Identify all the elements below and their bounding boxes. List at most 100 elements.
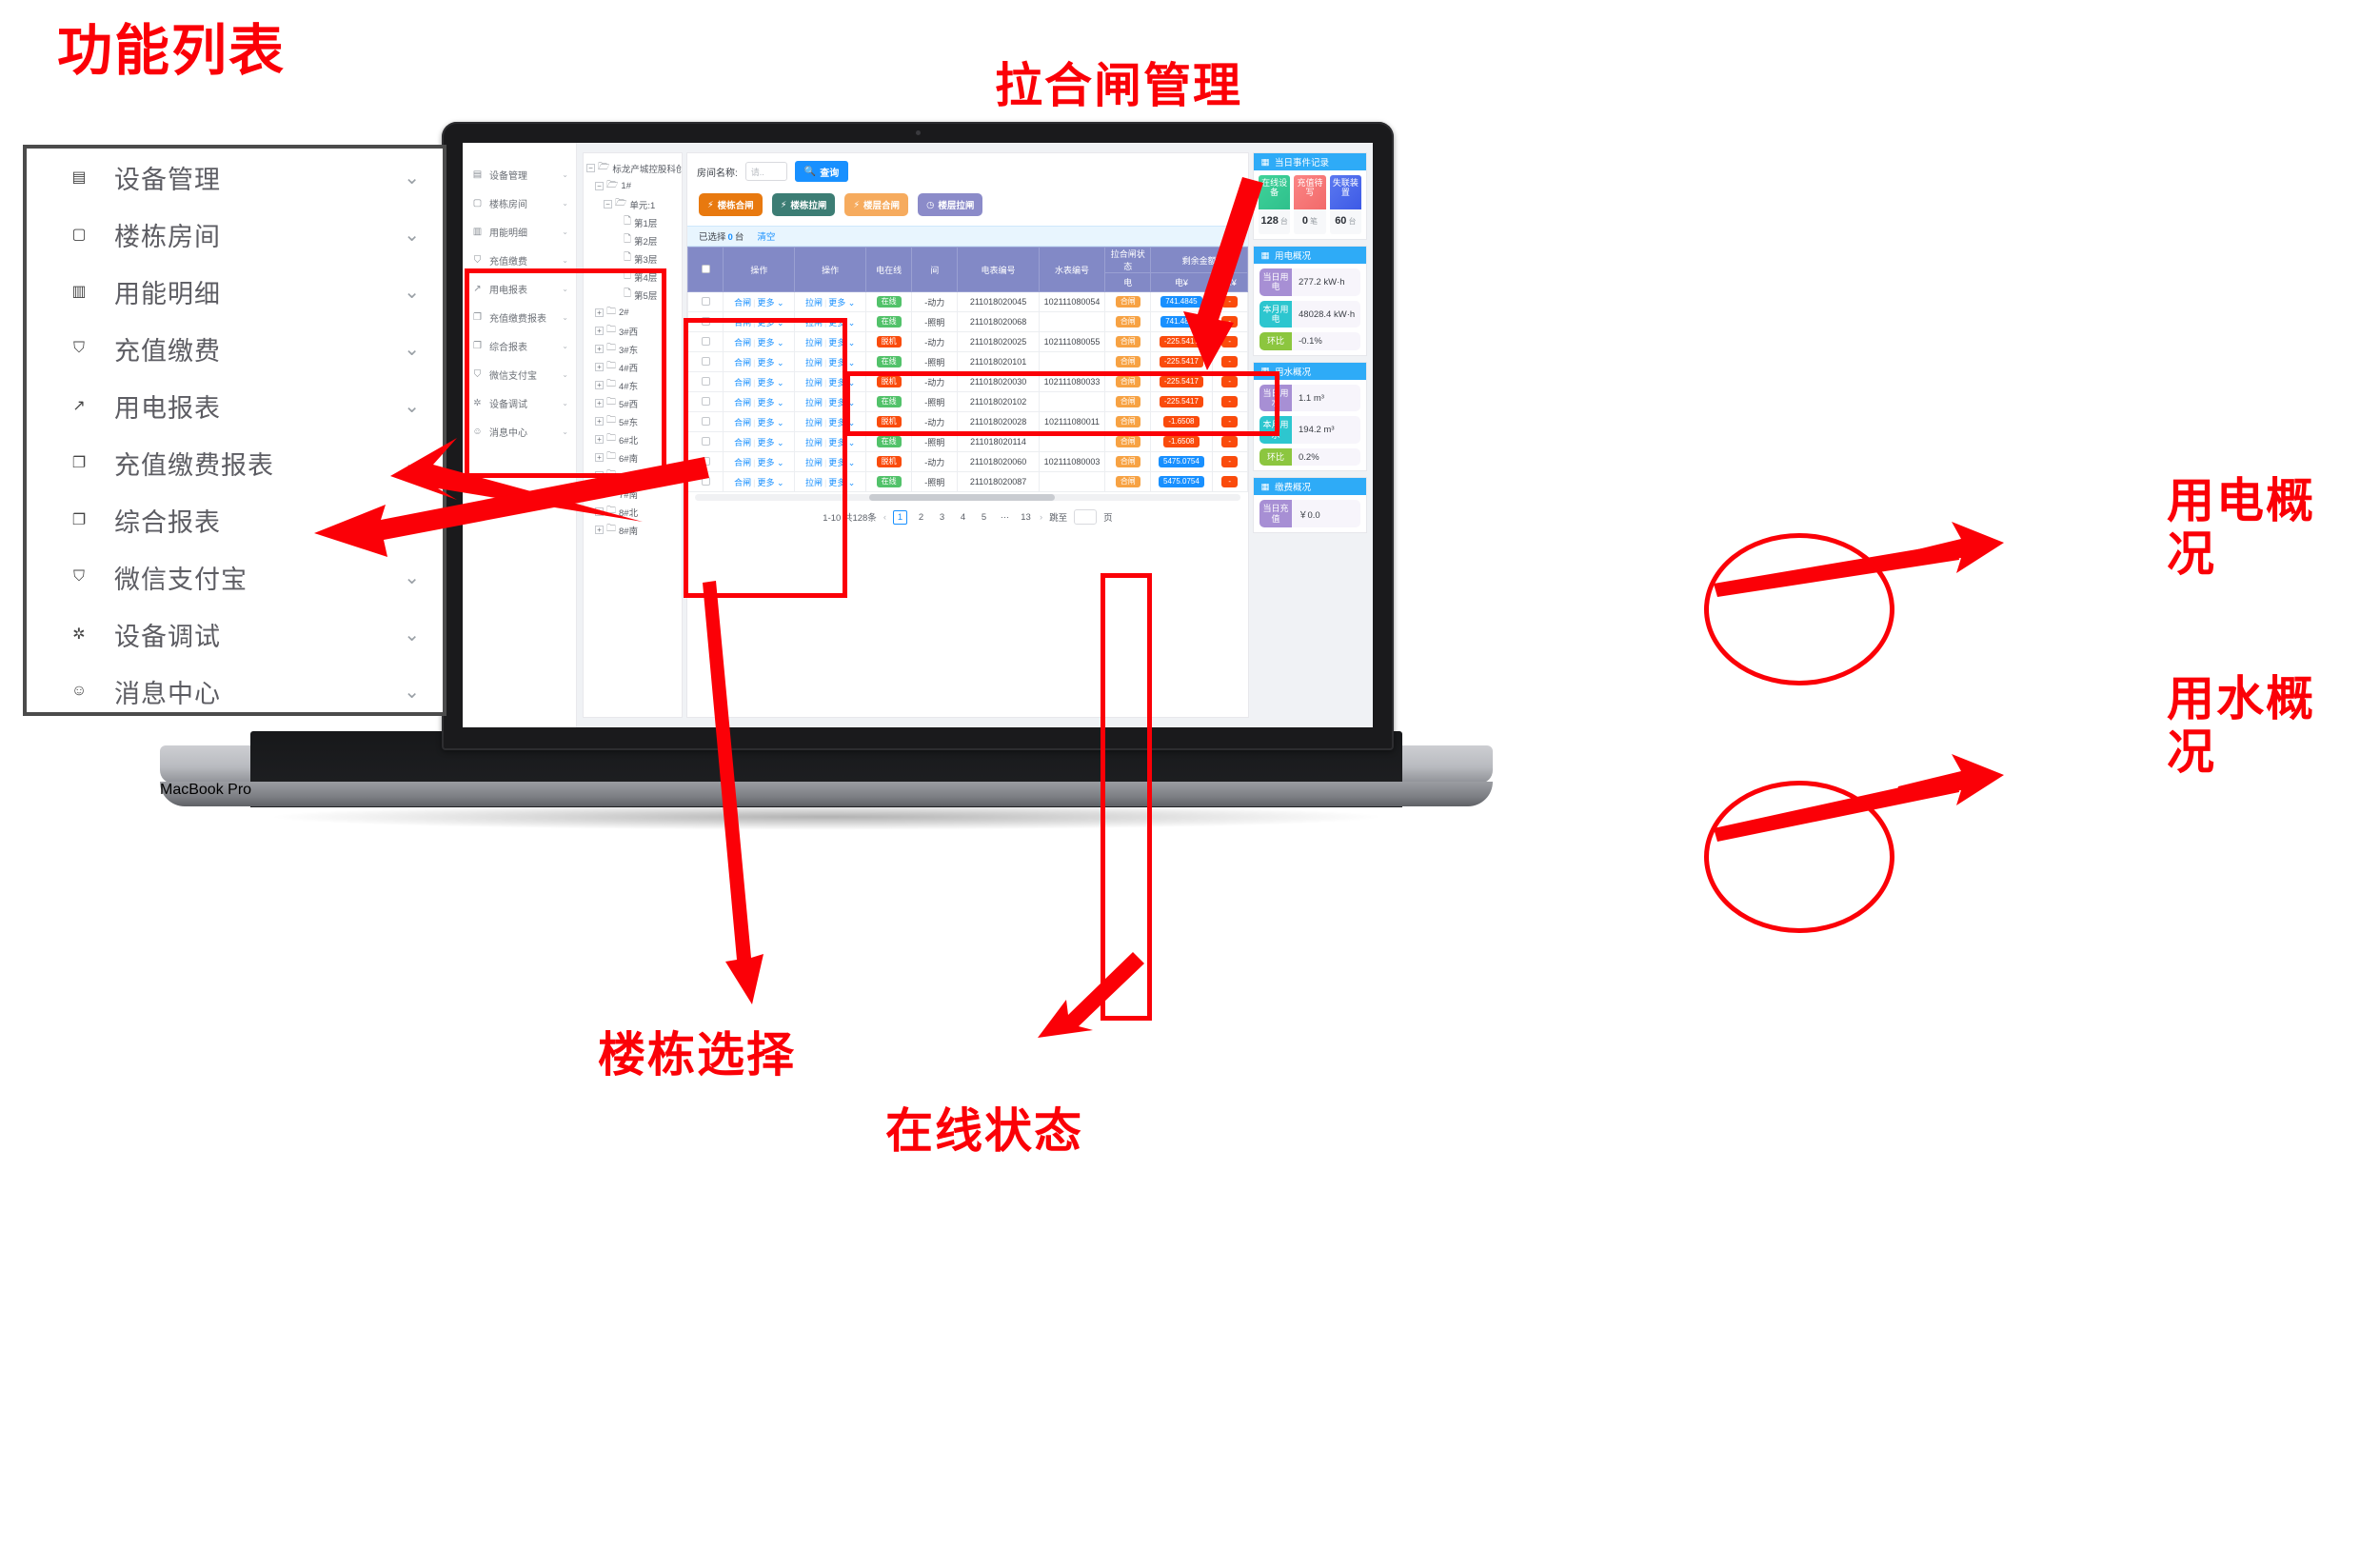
row-checkbox-cell[interactable] bbox=[686, 291, 724, 312]
pagination-page-3[interactable]: 3 bbox=[935, 510, 949, 525]
chevron-down-icon[interactable]: ⌄ bbox=[404, 223, 420, 247]
row-online-status-cell: 在线 bbox=[865, 471, 913, 492]
pagination-page-4[interactable]: 4 bbox=[956, 510, 970, 525]
shield-yen-icon: ⛉ bbox=[72, 568, 85, 585]
pagination-prev[interactable]: ‹ bbox=[883, 512, 886, 523]
row-elec-meter-no: 211018020025 bbox=[957, 331, 1040, 352]
bolt-icon: ⚡ bbox=[707, 199, 714, 210]
pagination-page-···[interactable]: ··· bbox=[998, 510, 1012, 525]
func-list-item-6[interactable]: ❐ 充值缴费报表 ⌄ bbox=[27, 434, 443, 491]
tree-node-21[interactable]: + 🗀 8#南 bbox=[584, 521, 682, 539]
select-all-header[interactable] bbox=[686, 247, 724, 292]
func-list-item-1[interactable]: ▤ 设备管理 ⌄ bbox=[27, 149, 443, 206]
sidebar-item-1[interactable]: ▤ 设备管理 ⌄ bbox=[463, 160, 576, 189]
func-list-item-7[interactable]: ❐ 综合报表 ⌄ bbox=[27, 491, 443, 548]
chevron-down-icon[interactable]: ⌄ bbox=[404, 280, 420, 304]
gate-button-3[interactable]: ⚡ 楼层合闸 bbox=[844, 193, 909, 216]
tree-node-20[interactable]: + 🗀 8#北 bbox=[584, 503, 682, 521]
elec-amount-badge: -225.5417 bbox=[1159, 356, 1203, 367]
pagination-page-1[interactable]: 1 bbox=[892, 509, 907, 525]
more-dropdown-2[interactable]: 更多 ⌄ bbox=[828, 298, 855, 308]
tree-node-3[interactable]: − 🗁 单元:1 bbox=[584, 195, 682, 213]
row-elec-meter-no: 211018020045 bbox=[957, 291, 1040, 312]
chevron-down-icon[interactable]: ⌄ bbox=[404, 680, 420, 704]
tree-node-6[interactable]: 🗋 第3层 bbox=[584, 249, 682, 268]
func-list-item-label: 用能明细 bbox=[114, 279, 221, 308]
annotation-online-status: 在线状态 bbox=[885, 1104, 1083, 1158]
open-gate-link[interactable]: 拉闸 bbox=[805, 298, 823, 308]
func-list-item-2[interactable]: ▢ 楼栋房间 ⌄ bbox=[27, 206, 443, 263]
sidebar-item-3[interactable]: ▥ 用能明细 ⌄ bbox=[463, 217, 576, 246]
chevron-down-icon[interactable]: ⌄ bbox=[562, 199, 568, 208]
row-water-meter-no: 102111080054 bbox=[1038, 291, 1106, 312]
highlight-circle-water-overview bbox=[1704, 781, 1894, 933]
online-status-badge: 脱机 bbox=[876, 336, 902, 348]
sidebar-item-2[interactable]: ▢ 楼栋房间 ⌄ bbox=[463, 189, 576, 217]
row-action-close-cell[interactable]: 合闸 | 更多 ⌄ bbox=[723, 291, 796, 312]
row-elec-amount-cell: 741.4845 bbox=[1150, 291, 1213, 312]
chevron-down-icon[interactable]: ⌄ bbox=[562, 228, 568, 236]
clear-selection-link[interactable]: 清空 bbox=[757, 229, 775, 243]
query-button[interactable]: 🔍 查询 bbox=[794, 161, 849, 182]
tree-toggle-icon[interactable]: − bbox=[586, 164, 595, 172]
more-dropdown-1[interactable]: 更多 ⌄ bbox=[757, 298, 783, 308]
chevron-down-icon[interactable]: ⌄ bbox=[562, 170, 568, 179]
tree-toggle-icon[interactable]: + bbox=[595, 507, 604, 516]
row-water-meter-no bbox=[1038, 351, 1106, 372]
pagination-jump-input[interactable] bbox=[1074, 509, 1098, 525]
func-list-item-10[interactable]: ☺ 消息中心 ⌄ bbox=[27, 663, 443, 720]
table-subheader-cell: 水¥ bbox=[1211, 272, 1248, 292]
room-name-input[interactable]: 请.. bbox=[744, 162, 787, 181]
event-stat-value: 128 台 bbox=[1260, 215, 1288, 227]
elec-amount-badge: -1.6508 bbox=[1163, 436, 1200, 447]
chevron-down-icon[interactable]: ⌄ bbox=[404, 394, 420, 418]
tree-node-1[interactable]: −🗁标龙产城控股科创园 bbox=[584, 159, 682, 177]
shield-yen-icon: ⛉ bbox=[473, 254, 482, 266]
row-online-status-cell: 脱机 bbox=[865, 451, 913, 472]
gate-button-4[interactable]: ◷ 楼层拉闸 bbox=[918, 193, 983, 216]
select-all-checkbox[interactable] bbox=[701, 264, 710, 273]
pagination-next[interactable]: › bbox=[1040, 512, 1042, 523]
func-list-item-3[interactable]: ▥ 用能明细 ⌄ bbox=[27, 263, 443, 320]
tree-toggle-icon[interactable]: − bbox=[604, 200, 612, 209]
tree-node-19[interactable]: + 🗀 7#南 bbox=[584, 485, 682, 503]
row-online-status-cell: 脱机 bbox=[865, 331, 913, 352]
power-row-value: -0.1% bbox=[1299, 336, 1322, 348]
tree-toggle-icon[interactable]: − bbox=[595, 182, 604, 190]
power-row-value: 48028.4 kW·h bbox=[1299, 308, 1356, 320]
pagination-page-2[interactable]: 2 bbox=[914, 510, 928, 525]
close-gate-link[interactable]: 合闸 bbox=[734, 298, 751, 308]
tree-toggle-icon[interactable]: + bbox=[595, 526, 604, 534]
chevron-down-icon[interactable]: ⌄ bbox=[404, 508, 420, 532]
event-stat-1: 在线设备 128 台 bbox=[1259, 175, 1291, 234]
row-elec-amount-cell: 5475.0754 bbox=[1150, 451, 1213, 472]
highlight-box-app-sidebar bbox=[465, 268, 666, 478]
chevron-down-icon[interactable]: ⌄ bbox=[404, 451, 420, 475]
chevron-down-icon[interactable]: ⌄ bbox=[404, 337, 420, 361]
gate-button-1[interactable]: ⚡ 楼栋合闸 bbox=[699, 193, 763, 216]
tree-toggle-spacer bbox=[612, 218, 621, 227]
table-row[interactable]: 合闸 | 更多 ⌄ 拉闸 | 更多 ⌄ 在线 -动力 211018020045 102111080… bbox=[686, 291, 1248, 312]
pagination-page-5[interactable]: 5 bbox=[977, 510, 991, 525]
gate-button-2[interactable]: ⚡ 楼栋拉闸 bbox=[771, 193, 836, 216]
tree-node-2[interactable]: − 🗁 1# bbox=[584, 177, 682, 195]
tree-toggle-icon[interactable]: + bbox=[595, 489, 604, 498]
pagination-page-13[interactable]: 13 bbox=[1019, 510, 1033, 525]
func-list-item-9[interactable]: ✲ 设备调试 ⌄ bbox=[27, 606, 443, 663]
func-list-item-5[interactable]: ↗ 用电报表 ⌄ bbox=[27, 377, 443, 434]
online-status-badge: 在线 bbox=[876, 296, 902, 308]
func-list-item-4[interactable]: ⛉ 充值缴费 ⌄ bbox=[27, 320, 443, 377]
row-action-open-cell[interactable]: 拉闸 | 更多 ⌄ bbox=[794, 291, 867, 312]
chevron-down-icon[interactable]: ⌄ bbox=[404, 623, 420, 646]
tree-node-4[interactable]: 🗋 第1层 bbox=[584, 213, 682, 231]
func-list-item-8[interactable]: ⛉ 微信支付宝 ⌄ bbox=[27, 548, 443, 606]
row-checkbox[interactable] bbox=[701, 296, 710, 306]
chevron-down-icon[interactable]: ⌄ bbox=[562, 256, 568, 265]
chevron-down-icon[interactable]: ⌄ bbox=[404, 166, 420, 189]
message-icon: ☺ bbox=[70, 683, 88, 699]
trend-up-icon: ↗ bbox=[72, 398, 86, 414]
tree-node-5[interactable]: 🗋 第2层 bbox=[584, 231, 682, 249]
daily-events-header: ▦ 当日事件记录 bbox=[1254, 153, 1366, 170]
chevron-down-icon[interactable]: ⌄ bbox=[404, 566, 420, 589]
annotation-building-select: 楼栋选择 bbox=[598, 1028, 796, 1082]
